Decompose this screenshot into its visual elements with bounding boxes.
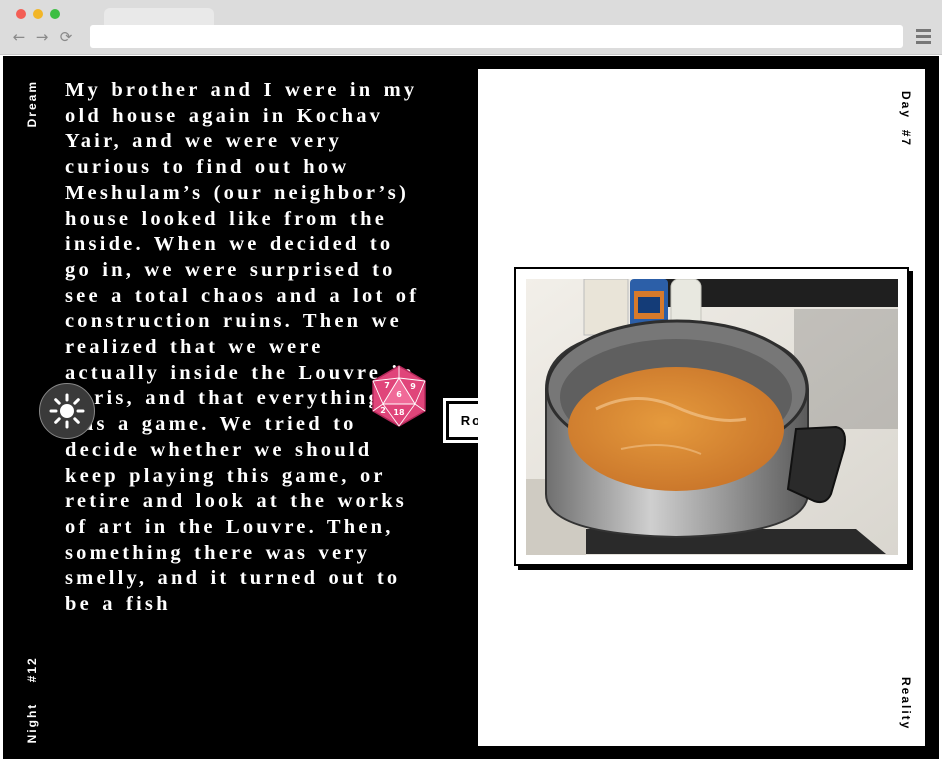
day-number: #7 (899, 129, 913, 148)
minimize-window-button[interactable] (33, 9, 43, 19)
svg-text:6: 6 (396, 390, 402, 399)
photo-frame (514, 267, 909, 566)
day-word: Day (899, 91, 913, 120)
dream-label: Dream (25, 80, 39, 128)
page-viewport: Dream Night #12 My brother and I were in… (3, 56, 939, 759)
reload-icon[interactable]: ⟳ (57, 28, 75, 46)
browser-chrome: ← → ⟳ (0, 0, 942, 55)
svg-text:7: 7 (384, 381, 390, 390)
reality-panel: Day #7 Reality (478, 69, 925, 746)
theme-toggle-button[interactable] (39, 383, 95, 439)
svg-text:18: 18 (393, 408, 405, 417)
dream-text: My brother and I were in my old house ag… (65, 79, 420, 616)
d20-dice-icon[interactable]: 6 7 9 2 18 (367, 364, 431, 428)
day-label: Day #7 (899, 91, 913, 147)
back-arrow-icon[interactable]: ← (10, 28, 28, 46)
dream-panel: Dream Night #12 My brother and I were in… (3, 56, 473, 759)
forward-arrow-icon[interactable]: → (33, 28, 51, 46)
sun-icon (49, 393, 84, 428)
night-label: Night #12 (25, 656, 39, 753)
browser-tab[interactable] (104, 8, 214, 26)
hamburger-menu-icon[interactable] (916, 29, 931, 44)
reality-label: Reality (899, 677, 913, 731)
svg-text:9: 9 (410, 382, 416, 391)
close-window-button[interactable] (16, 9, 26, 19)
maximize-window-button[interactable] (50, 9, 60, 19)
night-word: Night (25, 702, 39, 744)
cooking-pot-photo (526, 279, 898, 555)
address-bar[interactable] (90, 25, 903, 48)
svg-text:2: 2 (380, 406, 386, 415)
night-number: #12 (25, 656, 39, 683)
